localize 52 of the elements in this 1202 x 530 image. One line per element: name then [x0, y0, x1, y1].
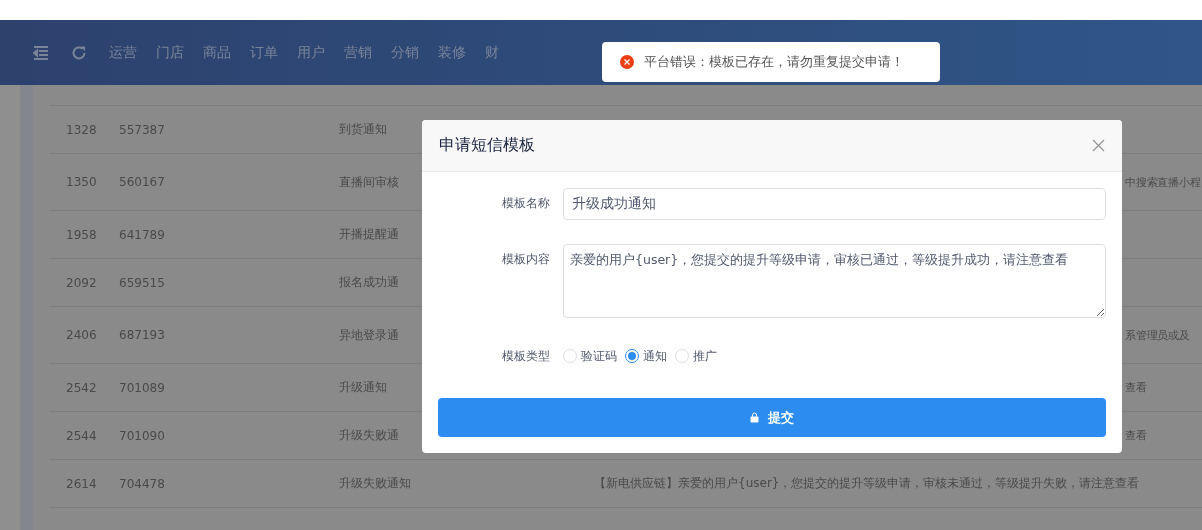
- nav-menu-item[interactable]: 营销: [344, 43, 372, 62]
- table-cell: 【新电供应链】亲爱的用户{user}，您提交的提升等级申请，审核未通过，等级提升失败，请注意查看: [594, 475, 1140, 492]
- menu-fold-icon[interactable]: [33, 45, 49, 60]
- table-cell-text: 1328: [65, 122, 98, 137]
- table-cell-text: 2542: [65, 380, 98, 395]
- table-cell-text: 升级失败通: [339, 427, 400, 444]
- table-cell: 查看: [1125, 428, 1147, 443]
- table-cell-text: 报名成功通: [339, 274, 400, 291]
- radio-option[interactable]: 推广: [675, 347, 717, 365]
- radio-option[interactable]: 通知: [625, 347, 667, 365]
- table-cell-text: 2544: [65, 428, 98, 443]
- table-cell-text: 701089: [119, 380, 166, 395]
- table-cell-text: 659515: [119, 275, 166, 290]
- nav-menu-item[interactable]: 财: [485, 43, 499, 62]
- nav-menu-item[interactable]: 订单: [250, 43, 278, 62]
- nav-menu-item[interactable]: 分销: [391, 43, 419, 62]
- nav-menu-item[interactable]: 商品: [203, 43, 231, 62]
- field-label: 模板内容: [501, 251, 551, 268]
- field-label: 模板名称: [501, 195, 551, 212]
- submit-button[interactable]: 提交: [438, 398, 1106, 437]
- template-content-field[interactable]: 亲爱的用户{user}，您提交的提升等级申请，审核已通过，等级提升成功，请注意查看: [563, 244, 1106, 318]
- refresh-icon[interactable]: [71, 44, 87, 61]
- lock-icon: [750, 412, 759, 423]
- radio-option[interactable]: 验证码: [563, 347, 617, 365]
- table-cell-text: 641789: [119, 227, 166, 242]
- dialog-title: 申请短信模板: [439, 135, 535, 156]
- toast-message: 平台错误：模板已存在，请勿重复提交申请！: [644, 53, 904, 71]
- table-cell-text: 557387: [119, 122, 166, 137]
- nav-menu-item[interactable]: 用户: [297, 43, 325, 62]
- table-cell-text: 升级通知: [339, 379, 388, 396]
- table-cell-text: 1958: [65, 227, 98, 242]
- nav-menu-item[interactable]: 门店: [156, 43, 184, 62]
- table-cell-text: 687193: [119, 328, 166, 342]
- table-cell-text: 1350: [65, 175, 98, 189]
- template-name-field[interactable]: 升级成功通知: [563, 188, 1106, 220]
- close-icon[interactable]: [1092, 139, 1105, 152]
- nav-menu-item[interactable]: 运营: [109, 43, 137, 62]
- table-cell-text: 直播间审核: [339, 173, 400, 191]
- table-cell-text: 异地登录通: [339, 326, 400, 344]
- table-cell-text: 到货通知: [339, 121, 388, 138]
- table-cell-text: 701090: [119, 428, 166, 443]
- field-label: 模板类型: [501, 348, 551, 365]
- error-icon: [620, 55, 634, 69]
- table-cell-text: 560167: [119, 175, 166, 189]
- table-cell-text: 开播提醒通: [339, 226, 400, 243]
- nav-menu-item[interactable]: 装修: [438, 43, 466, 62]
- table-cell-text: 2614: [65, 476, 98, 491]
- table-cell-text: 升级失败通知: [339, 475, 412, 492]
- table-cell-text: 2092: [65, 275, 98, 290]
- table-cell: 查看: [1125, 380, 1147, 395]
- table-cell-text: 704478: [119, 476, 166, 491]
- table-cell-text: 2406: [65, 328, 98, 342]
